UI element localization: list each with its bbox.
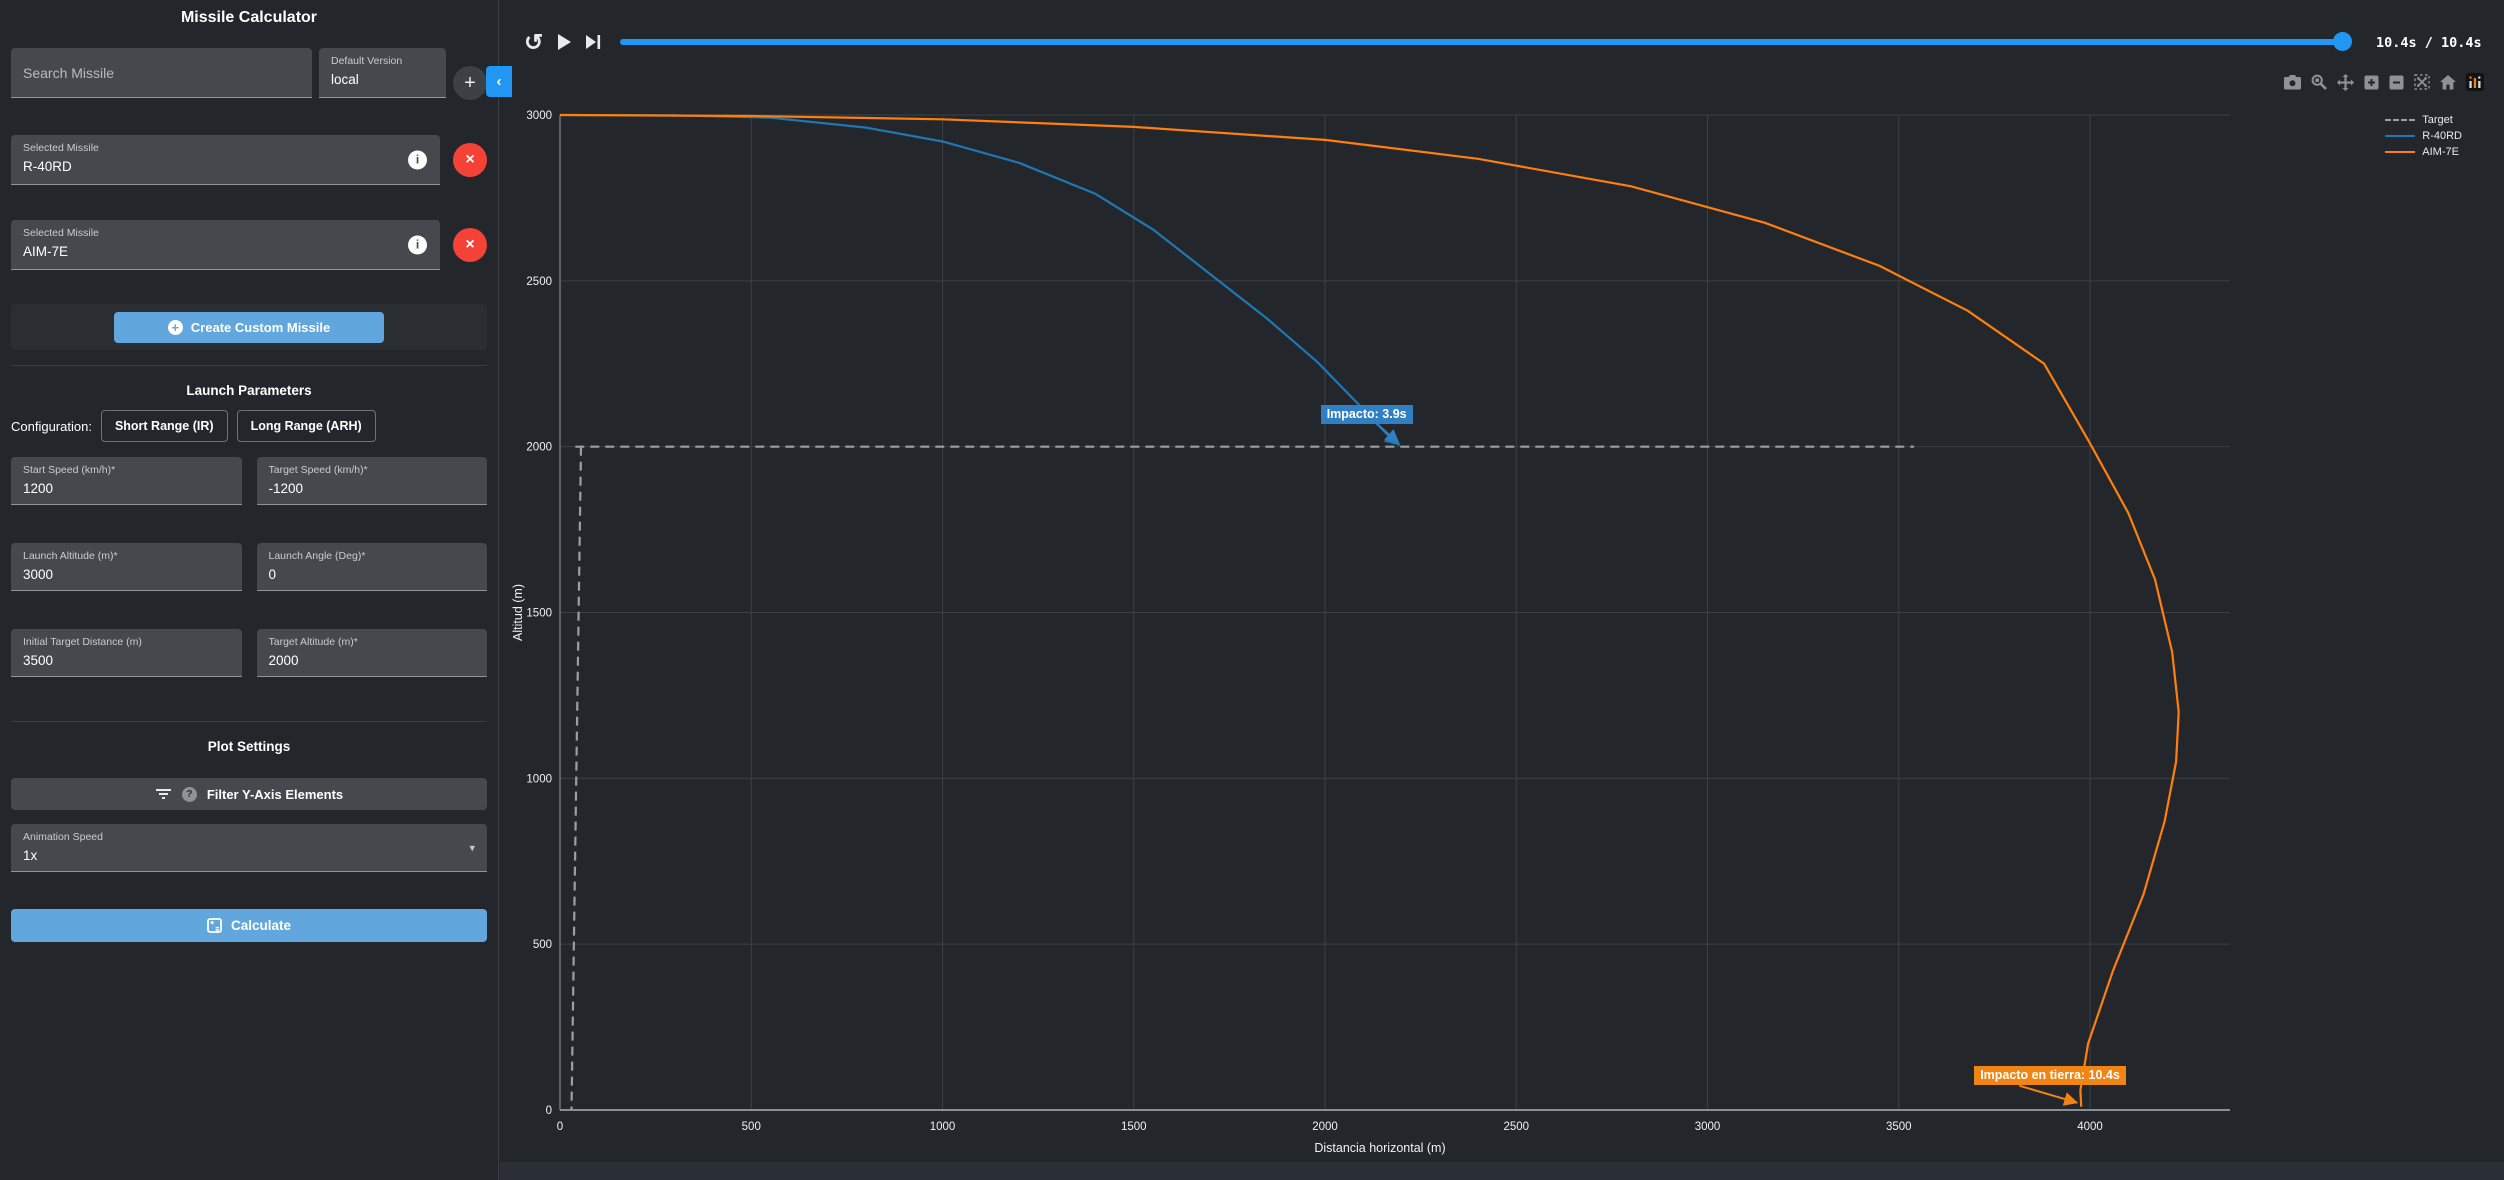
legend-label: Target [2422, 114, 2453, 126]
x-tick-label: 1500 [1121, 1121, 1147, 1133]
impact-annotation: Impacto en tierra: 10.4s [1974, 1066, 2126, 1085]
selected-missile-label: Selected Missile [23, 142, 428, 154]
divider [11, 365, 487, 366]
x-axis-title: Distancia horizontal (m) [1314, 1141, 1445, 1155]
y-axis-title: Altitud (m) [511, 584, 525, 641]
configuration-label: Configuration: [11, 419, 92, 434]
selected-missile-field-2[interactable]: Selected Missile AIM-7E i [11, 220, 440, 270]
y-tick-label: 3000 [526, 110, 552, 122]
chevron-down-icon: ▾ [469, 841, 475, 854]
default-version-label: Default Version [331, 55, 434, 67]
default-version-value: local [331, 72, 434, 87]
info-icon[interactable]: i [408, 150, 427, 169]
selected-missile-field-1[interactable]: Selected Missile R-40RD i [11, 135, 440, 185]
remove-missile-button-1[interactable]: × [453, 143, 487, 177]
search-placeholder: Search Missile [23, 65, 114, 81]
next-section-strip [500, 1162, 2504, 1180]
filter-y-axis-label: Filter Y-Axis Elements [207, 787, 343, 802]
filter-icon [155, 788, 172, 800]
create-custom-missile-label: Create Custom Missile [191, 320, 330, 335]
legend-line-swatch [2385, 151, 2415, 153]
y-tick-label: 0 [546, 1105, 552, 1117]
selected-missile-row: Selected Missile R-40RD i × [11, 135, 487, 185]
x-tick-label: 0 [557, 1121, 563, 1133]
series-AIM-7E [560, 115, 2179, 1107]
x-tick-label: 1000 [930, 1121, 956, 1133]
plus-icon: + [464, 72, 476, 95]
page-title: Missile Calculator [11, 0, 487, 27]
legend-line-swatch [2385, 135, 2415, 137]
chart-legend: Target R-40RD AIM-7E [2385, 112, 2462, 160]
x-tick-label: 3000 [1695, 1121, 1721, 1133]
create-custom-panel: + Create Custom Missile [11, 304, 487, 350]
y-tick-label: 2000 [526, 442, 552, 454]
chart-panel: ↺ 10.4s / 10.4s [500, 0, 2504, 1180]
sidebar-collapse-button[interactable]: ‹ [486, 66, 512, 97]
launch-parameters-heading: Launch Parameters [11, 383, 487, 398]
search-row: Search Missile Default Version local + [11, 48, 487, 100]
search-input[interactable]: Search Missile [11, 48, 312, 98]
legend-line-swatch [2385, 119, 2415, 121]
selected-missile-label: Selected Missile [23, 227, 428, 239]
y-tick-label: 2500 [526, 276, 552, 288]
y-tick-label: 1500 [526, 607, 552, 619]
x-tick-label: 2000 [1312, 1121, 1338, 1133]
impact-annotation: Impacto: 3.9s [1321, 405, 1413, 424]
legend-label: AIM-7E [2422, 146, 2459, 158]
animation-speed-select[interactable]: Animation Speed 1x ▾ [11, 824, 487, 872]
legend-item-R-40RD[interactable]: R-40RD [2385, 128, 2462, 144]
calculate-button[interactable]: Calculate [11, 909, 487, 942]
target-speed-field[interactable]: Target Speed (km/h)* -1200 [257, 457, 488, 505]
close-icon: × [465, 151, 474, 169]
selected-missile-value: R-40RD [23, 159, 428, 174]
x-tick-label: 3500 [1886, 1121, 1912, 1133]
selected-missile-row: Selected Missile AIM-7E i × [11, 220, 487, 270]
animation-speed-label: Animation Speed [23, 831, 475, 843]
launch-altitude-field[interactable]: Launch Altitude (m)* 3000 [11, 543, 242, 591]
legend-item-Target[interactable]: Target [2385, 112, 2462, 128]
filter-y-axis-button[interactable]: ? Filter Y-Axis Elements [11, 778, 487, 810]
legend-label: R-40RD [2422, 130, 2462, 142]
start-speed-field[interactable]: Start Speed (km/h)* 1200 [11, 457, 242, 505]
configuration-row: Configuration: Short Range (IR) Long Ran… [11, 410, 487, 442]
plot-settings-heading: Plot Settings [11, 739, 487, 754]
calculator-icon [207, 918, 222, 933]
trajectory-chart[interactable]: 0 500 1000 1500 2000 2500 3000 3500 4000 0 500 1000… [500, 0, 2504, 1180]
launch-angle-field[interactable]: Launch Angle (Deg)* 0 [257, 543, 488, 591]
sidebar: Missile Calculator Search Missile Defaul… [0, 0, 499, 1180]
target-altitude-field[interactable]: Target Altitude (m)* 2000 [257, 629, 488, 677]
legend-item-AIM-7E[interactable]: AIM-7E [2385, 144, 2462, 160]
create-custom-missile-button[interactable]: + Create Custom Missile [114, 312, 384, 343]
y-tick-label: 1000 [526, 773, 552, 785]
plus-circle-icon: + [168, 320, 183, 335]
info-icon[interactable]: i [408, 235, 427, 254]
help-icon[interactable]: ? [182, 787, 197, 802]
default-version-field[interactable]: Default Version local [319, 48, 446, 98]
y-tick-label: 500 [533, 939, 552, 951]
initial-target-distance-field[interactable]: Initial Target Distance (m) 3500 [11, 629, 242, 677]
divider [11, 721, 487, 722]
x-tick-label: 4000 [2077, 1121, 2103, 1133]
launch-parameter-fields: Start Speed (km/h)* 1200 Target Speed (k… [11, 457, 487, 677]
remove-missile-button-2[interactable]: × [453, 228, 487, 262]
chevron-left-icon: ‹ [497, 73, 502, 90]
x-tick-label: 500 [742, 1121, 761, 1133]
config-button-short-range[interactable]: Short Range (IR) [101, 410, 228, 442]
series-R-40RD [560, 115, 1400, 445]
close-icon: × [465, 236, 474, 254]
config-button-long-range[interactable]: Long Range (ARH) [237, 410, 376, 442]
calculate-label: Calculate [231, 918, 291, 933]
x-tick-label: 2500 [1503, 1121, 1529, 1133]
add-missile-button[interactable]: + [453, 66, 487, 100]
animation-speed-value: 1x [23, 848, 475, 863]
selected-missile-value: AIM-7E [23, 244, 428, 259]
